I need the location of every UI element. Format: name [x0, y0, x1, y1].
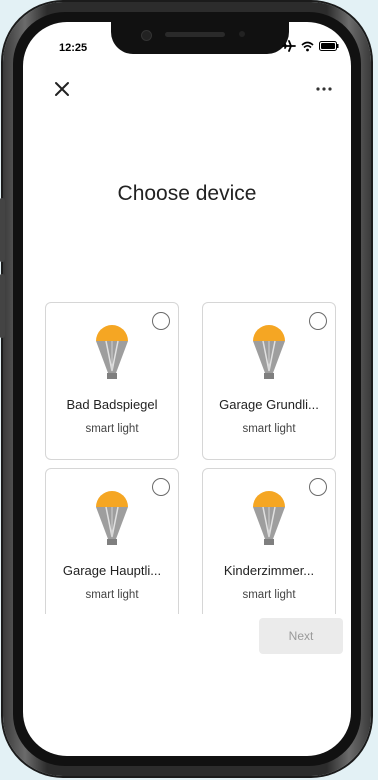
status-icons: [282, 40, 339, 52]
more-options-icon[interactable]: [315, 80, 333, 98]
select-radio[interactable]: [309, 478, 327, 496]
speaker-grille: [165, 32, 225, 37]
page-title: Choose device: [117, 182, 257, 205]
device-card[interactable]: Kinderzimmer... smart light: [202, 468, 336, 614]
device-type: smart light: [242, 589, 296, 601]
device-name: Kinderzimmer...: [223, 563, 315, 578]
light-bulb-icon: [253, 491, 285, 545]
light-bulb-icon: [96, 325, 128, 379]
notch: [111, 22, 289, 54]
wifi-icon: [301, 41, 314, 51]
device-grid: Bad Badspiegel smart light Garage Grundl…: [45, 302, 351, 614]
close-icon[interactable]: [53, 80, 71, 98]
select-radio[interactable]: [152, 478, 170, 496]
select-radio[interactable]: [309, 312, 327, 330]
device-card[interactable]: Garage Hauptli... smart light: [45, 468, 179, 614]
screen: 12:25 Choose device Bad Badspiegel smart…: [23, 22, 351, 756]
select-radio[interactable]: [152, 312, 170, 330]
device-card[interactable]: Garage Grundli... smart light: [202, 302, 336, 460]
camera-icon: [141, 30, 152, 41]
device-name: Garage Grundli...: [219, 397, 319, 412]
device-name: Garage Hauptli...: [62, 563, 162, 578]
light-bulb-icon: [253, 325, 285, 379]
device-type: smart light: [242, 423, 296, 435]
status-time: 12:25: [59, 42, 88, 54]
device-type: smart light: [85, 589, 139, 601]
light-bulb-icon: [96, 491, 128, 545]
volume-up-button: [0, 198, 5, 262]
volume-down-button: [0, 274, 5, 338]
airplane-icon: [282, 40, 296, 52]
next-button[interactable]: Next: [259, 618, 343, 654]
battery-icon: [319, 41, 339, 51]
phone-frame: 12:25 Choose device Bad Badspiegel smart…: [0, 2, 371, 776]
device-card[interactable]: Bad Badspiegel smart light: [45, 302, 179, 460]
sensor-icon: [239, 31, 245, 37]
device-type: smart light: [85, 423, 139, 435]
device-name: Bad Badspiegel: [66, 397, 158, 412]
